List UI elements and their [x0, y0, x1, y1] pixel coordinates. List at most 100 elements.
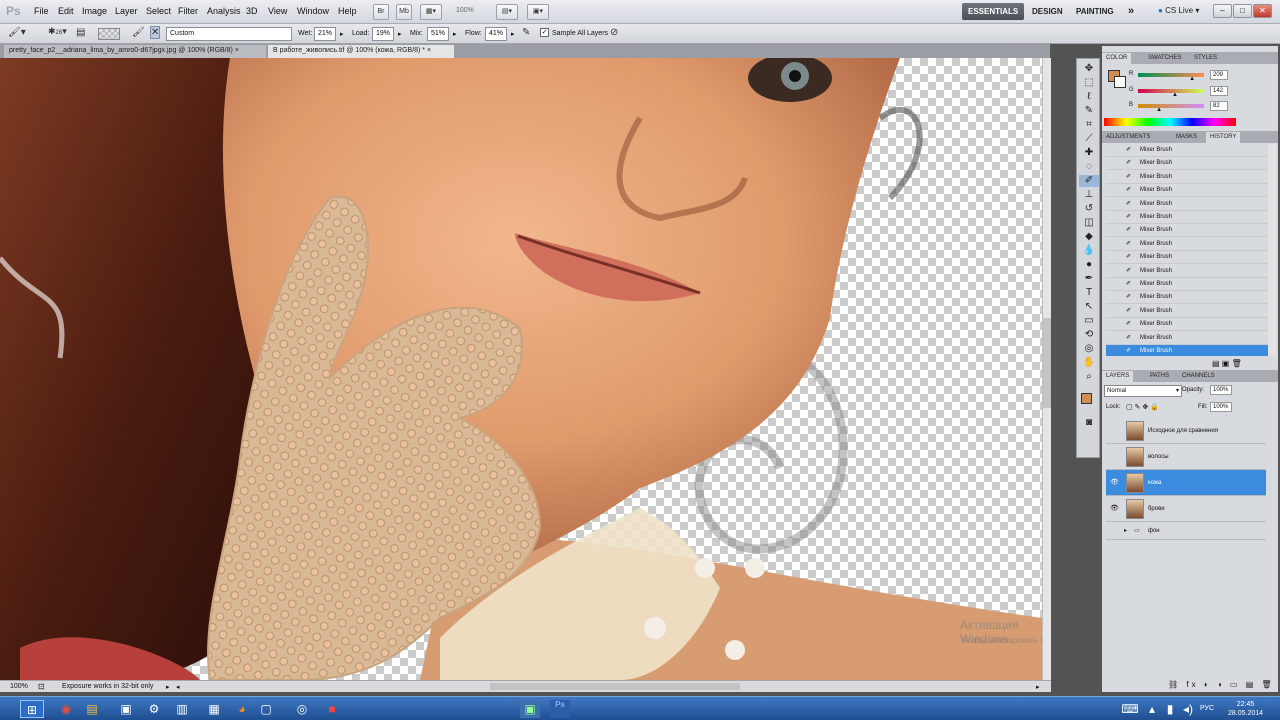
horizontal-scroll-left[interactable]: ◂ [176, 683, 180, 691]
app-icon-7[interactable]: ■ [322, 700, 342, 718]
hand-tool-icon[interactable]: ✋ [1079, 357, 1099, 369]
menu-layer[interactable]: Layer [115, 6, 138, 16]
3d-rotate-tool-icon[interactable]: ⟲ [1079, 329, 1099, 341]
vertical-scrollbar[interactable] [1042, 58, 1051, 680]
tab-history[interactable]: HISTORY [1206, 132, 1241, 143]
mix-field[interactable]: 51% [427, 27, 449, 41]
layers-panel-footer-icons[interactable]: ⛓ fx ◐ ◑ ▭ ▤ 🗑 [1168, 680, 1275, 689]
app-icon-1[interactable]: ▣ [116, 700, 136, 718]
layer-group-background[interactable]: ▸ ▭ фон [1106, 522, 1266, 540]
path-selection-tool-icon[interactable]: ↖ [1079, 301, 1099, 313]
layer-name[interactable]: фон [1148, 522, 1160, 540]
tab-styles[interactable]: STYLES [1190, 53, 1221, 64]
tab-painting-work[interactable]: В работе_живопись.tif @ 100% (кожа, RGB/… [268, 45, 454, 58]
load-brush-icon[interactable]: 🖌 [132, 27, 145, 38]
menu-edit[interactable]: Edit [58, 6, 74, 16]
menu-window[interactable]: Window [297, 6, 329, 16]
menu-3d[interactable]: 3D [246, 6, 258, 16]
menu-select[interactable]: Select [146, 6, 171, 16]
current-brush-load-swatch[interactable] [98, 28, 120, 40]
new-document-from-state-icon[interactable]: ▤ ▣ 🗑 [1212, 359, 1242, 368]
firefox-icon[interactable]: ◕ [232, 700, 252, 718]
3d-orbit-tool-icon[interactable]: ◎ [1079, 343, 1099, 355]
chrome-icon[interactable]: ◉ [56, 700, 76, 718]
opacity-field[interactable]: 100% [1210, 385, 1232, 395]
zoom-level[interactable]: 100% [456, 7, 474, 14]
history-state-item[interactable]: ✐ Mixer Brush [1106, 345, 1268, 356]
type-tool-icon[interactable]: T [1079, 287, 1099, 299]
layer-name[interactable]: брови [1148, 496, 1165, 522]
wet-field[interactable]: 21% [314, 27, 336, 41]
taskbar-app-button-1[interactable]: ▣ [520, 700, 540, 718]
close-tab-icon[interactable]: × [427, 47, 431, 54]
photoshop-taskbar-button[interactable]: Ps [550, 700, 570, 718]
blur-tool-icon[interactable]: 💧 [1079, 245, 1099, 257]
mixer-brush-tool-icon[interactable]: ✐ [1079, 175, 1099, 187]
fill-field[interactable]: 100% [1210, 402, 1232, 412]
menu-view[interactable]: View [268, 6, 287, 16]
tab-color[interactable]: COLOR [1102, 53, 1132, 64]
more-workspaces-icon[interactable]: » [1122, 3, 1140, 20]
status-menu-icon[interactable]: ▸ [166, 683, 170, 691]
brush-size-picker[interactable]: ✱26▾ [48, 26, 67, 37]
mini-bridge-button[interactable]: Mb [396, 4, 412, 20]
blend-mode-select[interactable]: Normal ▾ [1104, 385, 1182, 397]
system-clock[interactable]: 22:45 28.05.2014 [1228, 700, 1263, 718]
horizontal-scroll-right[interactable]: ▸ [1036, 683, 1040, 691]
brush-panel-toggle-icon[interactable]: ▤ [76, 27, 85, 38]
clone-stamp-tool-icon[interactable]: ⊥ [1079, 189, 1099, 201]
flow-field[interactable]: 41% [485, 27, 507, 41]
zoom-tool-icon[interactable]: ⌕ [1079, 371, 1099, 383]
history-state-item[interactable]: ✐ Mixer Brush [1106, 291, 1268, 305]
tab-pretty-face[interactable]: pretty_face_p2__adriana_lima_by_amro0-d6… [4, 45, 266, 58]
cs-live-button[interactable]: ● CS Live ▾ [1158, 6, 1199, 15]
language-indicator[interactable]: РУС [1200, 705, 1214, 712]
history-state-item[interactable]: ✐ Mixer Brush [1106, 318, 1268, 332]
tab-swatches[interactable]: SWATCHES [1144, 53, 1185, 64]
load-field[interactable]: 19% [372, 27, 394, 41]
flow-stepper[interactable]: ▸ [511, 30, 515, 38]
minimize-button[interactable]: – [1213, 4, 1232, 18]
wet-stepper[interactable]: ▸ [340, 30, 344, 38]
workspace-design[interactable]: DESIGN [1026, 3, 1069, 20]
history-state-item[interactable]: ✐ Mixer Brush [1106, 144, 1268, 157]
layer-row-brows[interactable]: 👁 брови [1106, 496, 1266, 522]
workspace-essentials[interactable]: ESSENTIALS [962, 3, 1025, 20]
history-state-item[interactable]: ✐ Mixer Brush [1106, 171, 1268, 184]
channel-b-thumb[interactable]: ▲ [1156, 107, 1162, 113]
history-state-item[interactable]: ✐ Mixer Brush [1106, 332, 1268, 345]
history-state-item[interactable]: ✐ Mixer Brush [1106, 157, 1268, 171]
brush-preset-select[interactable]: Custom [166, 27, 292, 41]
horizontal-scroll-thumb[interactable] [490, 683, 740, 690]
network-icon[interactable]: ▮ [1160, 700, 1180, 718]
workspace-painting[interactable]: PAINTING [1070, 3, 1120, 20]
view-extras-button[interactable]: ▦▾ [420, 4, 442, 20]
menu-help[interactable]: Help [338, 6, 357, 16]
airbrush-icon[interactable]: ✎ [522, 27, 530, 38]
close-button[interactable]: ✕ [1253, 4, 1272, 18]
menu-image[interactable]: Image [82, 6, 107, 16]
channel-g-value[interactable]: 142 [1210, 86, 1228, 96]
group-expand-icon[interactable]: ▸ [1124, 522, 1127, 540]
history-state-item[interactable]: ✐ Mixer Brush [1106, 184, 1268, 198]
document-canvas[interactable]: Активация Windows Чтобы активировать Win… [0, 58, 1042, 680]
lock-icons[interactable]: ▢ ✎ ✥ 🔒 [1126, 403, 1159, 411]
layer-row-skin[interactable]: 👁 кожа [1106, 470, 1266, 496]
crop-tool-icon[interactable]: ⌗ [1079, 119, 1099, 131]
history-state-item[interactable]: ✐ Mixer Brush [1106, 224, 1268, 238]
mix-stepper[interactable]: ▸ [453, 30, 457, 38]
layer-row-original[interactable]: Исходное для сравнения [1106, 418, 1266, 444]
tab-adjustments[interactable]: ADJUSTMENTS [1102, 132, 1154, 143]
channel-b-value[interactable]: 82 [1210, 101, 1228, 111]
tab-layers[interactable]: LAYERS [1102, 371, 1134, 382]
lasso-tool-icon[interactable]: ℓ [1079, 91, 1099, 103]
history-state-item[interactable]: ✐ Mixer Brush [1106, 211, 1268, 224]
layer-row-hair[interactable]: волосы [1106, 444, 1266, 470]
close-tab-icon[interactable]: × [235, 47, 239, 54]
tray-icon-1[interactable]: ▴ [1142, 700, 1162, 718]
menu-filter[interactable]: Filter [178, 6, 198, 16]
bridge-button[interactable]: Br [373, 4, 389, 20]
history-state-item[interactable]: ✐ Mixer Brush [1106, 278, 1268, 291]
vertical-scroll-thumb[interactable] [1043, 318, 1051, 408]
color-spectrum-ramp[interactable] [1104, 118, 1236, 126]
